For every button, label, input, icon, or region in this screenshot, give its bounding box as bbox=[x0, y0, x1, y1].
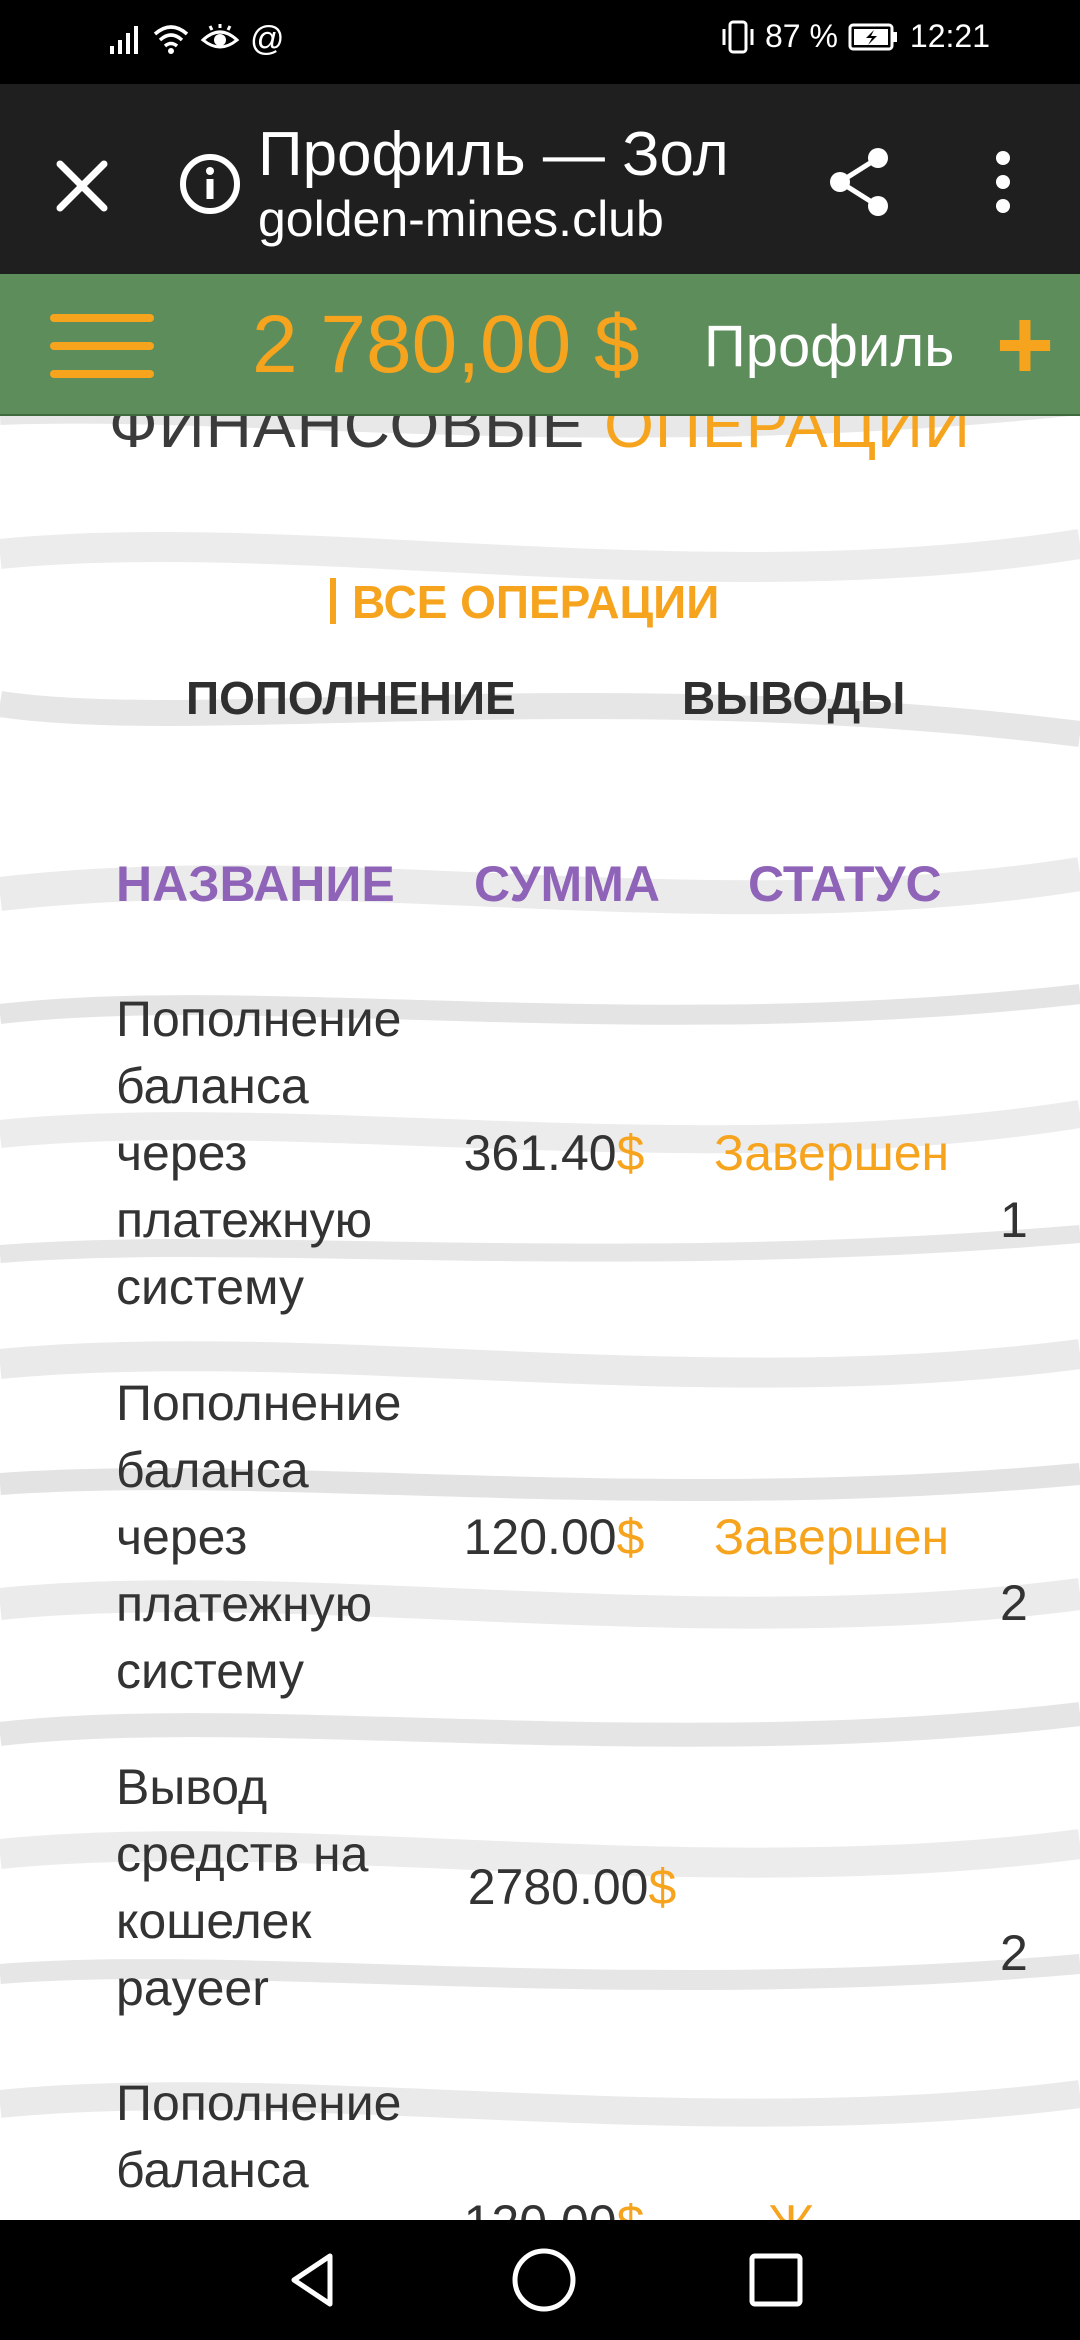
row-1-status: Завершен bbox=[714, 1125, 950, 1181]
page-title: Профиль — Золотые Шахты bbox=[258, 120, 728, 189]
row-3-name: Вывод средств на кошелек payeer bbox=[116, 1759, 369, 2016]
info-icon[interactable] bbox=[178, 152, 242, 216]
row-4-amount-value: 120.00 bbox=[464, 2195, 617, 2220]
status-icons-right: 87 % 12:21 bbox=[721, 18, 990, 55]
more-vert-icon[interactable] bbox=[968, 142, 1038, 222]
filter-withdrawals[interactable]: ВЫВОДЫ bbox=[682, 670, 905, 726]
page-url[interactable]: golden-mines.club bbox=[258, 188, 664, 250]
status-icons-left: @ bbox=[108, 22, 285, 56]
row-1-name: Пополнение баланса через платежную систе… bbox=[116, 991, 402, 1315]
row-4-currency: $ bbox=[617, 2195, 645, 2220]
row-4-status: Ж bbox=[768, 2190, 814, 2220]
filter-all-operations[interactable]: ВСЕ ОПЕРАЦИИ bbox=[330, 574, 719, 630]
row-2-currency: $ bbox=[616, 1509, 645, 1565]
row-3-currency: $ bbox=[648, 1859, 677, 1915]
vibrate-icon bbox=[722, 20, 754, 53]
column-header-status: СТАТУС bbox=[748, 856, 942, 912]
row-1-extra: 1 bbox=[1000, 1192, 1028, 1248]
at-icon: @ bbox=[250, 20, 285, 58]
system-nav-bar bbox=[0, 2220, 1080, 2340]
row-3-amount-value: 2780.00 bbox=[467, 1859, 649, 1915]
profile-link[interactable]: Профиль bbox=[704, 314, 954, 380]
recent-apps-icon[interactable] bbox=[744, 2248, 808, 2312]
home-icon[interactable] bbox=[508, 2244, 580, 2316]
close-icon[interactable] bbox=[42, 146, 122, 226]
filter-deposits[interactable]: ПОПОЛНЕНИЕ bbox=[186, 670, 516, 726]
share-icon[interactable] bbox=[820, 142, 900, 222]
row-4-amount: 120.00$ bbox=[424, 2190, 684, 2220]
balance-amount: 2 780,00 $ bbox=[252, 299, 640, 390]
row-1-amount: 361.40$ bbox=[424, 1120, 684, 1187]
battery-percent: 87 % bbox=[764, 18, 838, 54]
row-1-amount-value: 361.40 bbox=[463, 1125, 617, 1181]
add-funds-button[interactable]: + bbox=[990, 295, 1060, 395]
clock: 12:21 bbox=[909, 18, 990, 54]
back-icon[interactable] bbox=[280, 2246, 348, 2314]
column-header-name: НАЗВАНИЕ bbox=[116, 856, 395, 912]
row-3-extra: 2 bbox=[1000, 1925, 1028, 1981]
row-1-currency: $ bbox=[616, 1125, 645, 1181]
signal-icon bbox=[110, 26, 138, 54]
row-2-amount: 120.00$ bbox=[424, 1504, 684, 1571]
battery-charging-icon bbox=[848, 23, 897, 50]
main-content: ФИНАНСОВЫЕ ОПЕРАЦИИ ВСЕ ОПЕРАЦИИ ПОПОЛНЕ… bbox=[0, 374, 1080, 2220]
active-indicator bbox=[330, 578, 336, 624]
eye-comfort-icon bbox=[200, 24, 240, 49]
filter-all-label: ВСЕ ОПЕРАЦИИ bbox=[352, 576, 720, 628]
row-2-amount-value: 120.00 bbox=[463, 1509, 617, 1565]
column-header-amount: СУММА bbox=[474, 856, 660, 912]
row-2-name: Пополнение баланса через платежную систе… bbox=[116, 1375, 402, 1699]
hamburger-menu-icon[interactable] bbox=[50, 314, 154, 382]
row-2-extra: 2 bbox=[1000, 1575, 1028, 1631]
row-2-status: Завершен bbox=[714, 1509, 950, 1565]
browser-toolbar: Профиль — Золотые Шахты golden-mines.clu… bbox=[0, 84, 1080, 274]
status-bar: @ 87 % 12:21 bbox=[0, 0, 1080, 84]
wifi-icon bbox=[153, 25, 189, 54]
row-4-name: Пополнение баланса bbox=[116, 2075, 402, 2198]
row-3-amount: 2780.00$ bbox=[442, 1854, 702, 1921]
site-header: 2 780,00 $ Профиль + bbox=[0, 274, 1080, 416]
